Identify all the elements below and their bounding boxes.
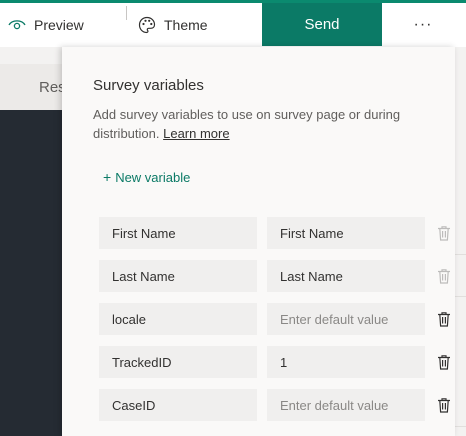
trash-icon bbox=[435, 267, 453, 285]
variable-row: First Name First Name bbox=[99, 217, 459, 249]
variable-value-field[interactable]: First Name bbox=[267, 217, 425, 249]
new-variable-button[interactable]: + New variable bbox=[103, 169, 190, 185]
variable-row: TrackedID 1 bbox=[99, 346, 459, 378]
preview-label: Preview bbox=[34, 17, 84, 33]
theme-label: Theme bbox=[164, 17, 208, 33]
toolbar-divider bbox=[126, 6, 127, 20]
variable-value-field[interactable]: 1 bbox=[267, 346, 425, 378]
trash-icon[interactable] bbox=[435, 396, 453, 414]
variable-name-field[interactable]: locale bbox=[99, 303, 257, 335]
background-divider bbox=[455, 254, 466, 255]
eye-icon bbox=[8, 20, 26, 30]
new-variable-label: New variable bbox=[115, 169, 191, 185]
trash-icon bbox=[435, 224, 453, 242]
trash-icon[interactable] bbox=[435, 353, 453, 371]
survey-variables-panel: Survey variables Add survey variables to… bbox=[62, 47, 455, 436]
background-dark-region bbox=[0, 110, 62, 436]
variable-value-field[interactable]: Enter default value bbox=[267, 389, 425, 421]
variable-row: CaseID Enter default value bbox=[99, 389, 459, 421]
variable-name-field[interactable]: Last Name bbox=[99, 260, 257, 292]
variable-value-field[interactable]: Enter default value bbox=[267, 303, 425, 335]
background-divider bbox=[455, 426, 466, 427]
panel-description: Add survey variables to use on survey pa… bbox=[93, 105, 433, 143]
learn-more-link[interactable]: Learn more bbox=[163, 126, 229, 141]
send-button[interactable]: Send bbox=[262, 3, 382, 46]
background-divider bbox=[455, 296, 466, 297]
background-tab: Res bbox=[0, 64, 66, 110]
panel-title: Survey variables bbox=[93, 77, 204, 94]
preview-button[interactable]: Preview bbox=[8, 3, 84, 47]
plus-icon: + bbox=[103, 169, 112, 185]
theme-button[interactable]: Theme bbox=[138, 3, 208, 47]
description-text: Add survey variables to use on survey pa… bbox=[93, 107, 401, 141]
more-options-button[interactable]: ··· bbox=[408, 3, 438, 46]
variable-row: locale Enter default value bbox=[99, 303, 459, 335]
variable-value-field[interactable]: Last Name bbox=[267, 260, 425, 292]
variable-row: Last Name Last Name bbox=[99, 260, 459, 292]
trash-icon[interactable] bbox=[435, 310, 453, 328]
variable-name-field[interactable]: CaseID bbox=[99, 389, 257, 421]
top-toolbar: Preview Theme bbox=[0, 3, 466, 47]
variable-name-field[interactable]: TrackedID bbox=[99, 346, 257, 378]
palette-icon bbox=[138, 16, 156, 34]
variable-name-field[interactable]: First Name bbox=[99, 217, 257, 249]
